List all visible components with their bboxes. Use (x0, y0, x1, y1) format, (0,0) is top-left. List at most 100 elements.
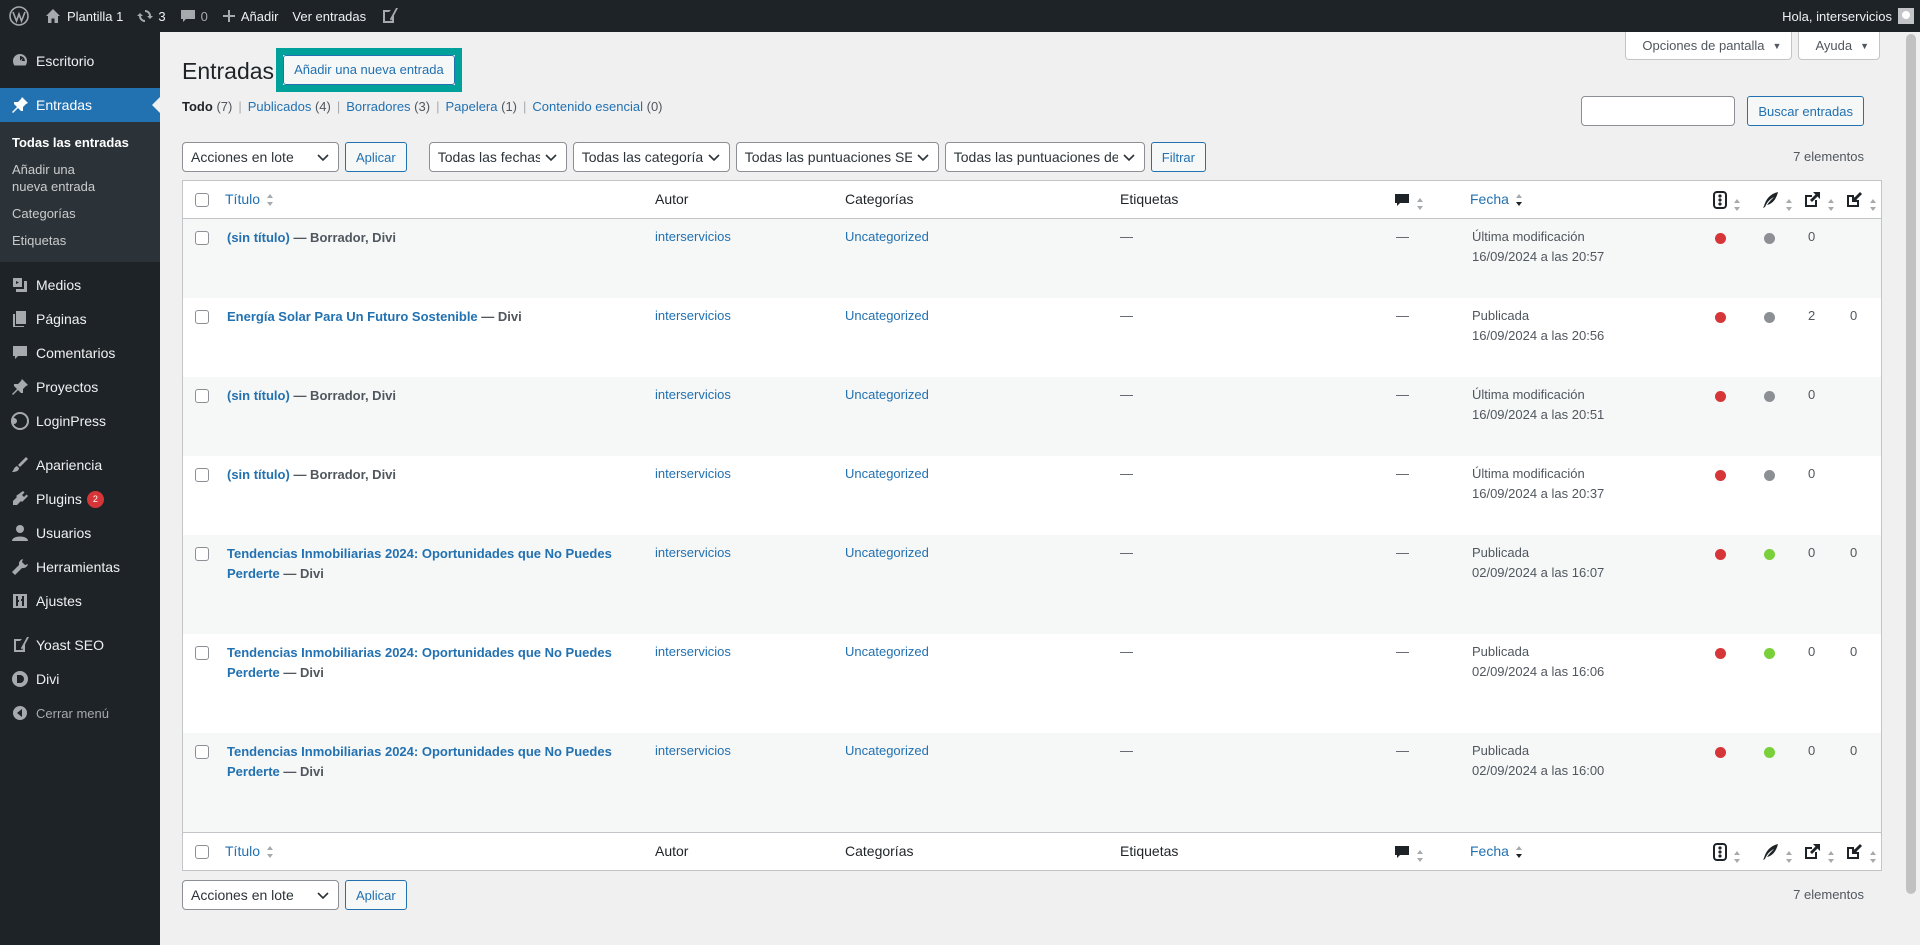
menu-item-proyectos[interactable]: Proyectos (0, 370, 160, 404)
menu-item-medios[interactable]: Medios (0, 268, 160, 302)
yoast-icon[interactable] (373, 0, 405, 32)
view-posts-link[interactable]: Ver entradas (285, 0, 373, 32)
outgoing-link-icon (1805, 192, 1820, 207)
readability-score-dot (1764, 549, 1775, 560)
menu-item-entradas[interactable]: Entradas (0, 88, 160, 122)
apply-button[interactable]: Aplicar (345, 142, 407, 172)
author-link[interactable]: interservicios (655, 229, 731, 244)
menu-item-paginas[interactable]: Páginas (0, 302, 160, 336)
bulk-actions-select[interactable]: Acciones en lote (182, 880, 339, 910)
category-link[interactable]: Uncategorized (845, 644, 929, 659)
post-title-link[interactable]: Energía Solar Para Un Futuro Sostenible (227, 309, 478, 324)
post-date: 16/09/2024 a las 20:56 (1472, 328, 1605, 343)
view-count: (0) (646, 99, 663, 114)
row-checkbox[interactable] (195, 231, 209, 245)
add-new-menu[interactable]: Añadir (215, 0, 286, 32)
category-link[interactable]: Uncategorized (845, 743, 929, 758)
search-input[interactable] (1581, 96, 1736, 126)
menu-item-comentarios[interactable]: Comentarios (0, 336, 160, 370)
date-filter-select[interactable]: Todas las fechas (428, 142, 567, 172)
category-link[interactable]: Uncategorized (845, 466, 929, 481)
menu-item-apariencia[interactable]: Apariencia (0, 448, 160, 482)
scrollbar-thumb[interactable] (1906, 34, 1916, 894)
view-cornerstone[interactable]: Contenido esencial (0) (532, 99, 662, 114)
add-new-post-button[interactable]: Añadir una nueva entrada (283, 55, 455, 85)
my-account[interactable]: Hola, interservicios (1775, 0, 1920, 32)
row-checkbox[interactable] (195, 646, 209, 660)
category-link[interactable]: Uncategorized (845, 229, 929, 244)
apply-button[interactable]: Aplicar (345, 880, 407, 910)
row-checkbox[interactable] (195, 745, 209, 759)
select-all-checkbox[interactable] (195, 193, 209, 207)
menu-item-plugins[interactable]: Plugins 2 (0, 482, 160, 516)
help-button[interactable]: Ayuda ▼ (1798, 32, 1880, 60)
column-outgoing-links[interactable] (1803, 191, 1835, 212)
comments-link[interactable]: 0 (173, 0, 215, 32)
row-checkbox[interactable] (195, 389, 209, 403)
menu-label: Escritorio (36, 53, 95, 69)
row-checkbox[interactable] (195, 468, 209, 482)
column-date[interactable]: Fecha (1470, 843, 1523, 859)
menu-item-loginpress[interactable]: LoginPress (0, 404, 160, 438)
post-title-link[interactable]: (sin título) (227, 388, 290, 403)
column-readability[interactable] (1761, 843, 1793, 864)
updates-link[interactable]: 3 (130, 0, 172, 32)
search-posts-button[interactable]: Buscar entradas (1747, 96, 1864, 126)
submenu-item-add-new[interactable]: Añadir una nueva entrada (0, 156, 120, 200)
post-title-link[interactable]: (sin título) (227, 230, 290, 245)
author-link[interactable]: interservicios (655, 387, 731, 402)
author-link[interactable]: interservicios (655, 644, 731, 659)
column-incoming-links[interactable] (1845, 843, 1877, 864)
column-comments[interactable] (1394, 844, 1424, 863)
author-link[interactable]: interservicios (655, 308, 731, 323)
column-comments[interactable] (1394, 192, 1424, 211)
submenu-item-tags[interactable]: Etiquetas (0, 227, 160, 254)
menu-item-yoast[interactable]: Yoast SEO (0, 628, 160, 662)
column-seo-score[interactable] (1713, 191, 1741, 212)
site-name-link[interactable]: Plantilla 1 (38, 0, 130, 32)
column-incoming-links[interactable] (1845, 191, 1877, 212)
submenu-item-categories[interactable]: Categorías (0, 200, 160, 227)
column-date[interactable]: Fecha (1470, 191, 1523, 207)
column-readability[interactable] (1761, 191, 1793, 212)
author-link[interactable]: interservicios (655, 466, 731, 481)
column-seo-score[interactable] (1713, 843, 1741, 864)
submenu-item-all-posts[interactable]: Todas las entradas (0, 129, 160, 156)
column-title[interactable]: Título (225, 843, 274, 859)
menu-item-divi[interactable]: Divi (0, 662, 160, 696)
scrollbar[interactable] (1902, 32, 1920, 945)
post-title-link[interactable]: (sin título) (227, 467, 290, 482)
column-outgoing-links[interactable] (1803, 843, 1835, 864)
category-filter-select[interactable]: Todas las categorías (572, 142, 730, 172)
seo-score-dot (1715, 747, 1726, 758)
menu-item-usuarios[interactable]: Usuarios (0, 516, 160, 550)
comments-count: 0 (200, 8, 208, 24)
view-all[interactable]: Todo (7) (182, 99, 232, 114)
view-trash[interactable]: Papelera (1) (445, 99, 517, 114)
collapse-menu-button[interactable]: Cerrar menú (0, 696, 160, 730)
category-link[interactable]: Uncategorized (845, 308, 929, 323)
menu-item-escritorio[interactable]: Escritorio (0, 44, 160, 78)
bulk-actions-select[interactable]: Acciones en lote (182, 142, 339, 172)
category-link[interactable]: Uncategorized (845, 545, 929, 560)
screen-options-button[interactable]: Opciones de pantalla ▼ (1625, 32, 1793, 60)
wordpress-logo-icon[interactable] (0, 0, 38, 32)
post-state: — Borrador, Divi (289, 467, 397, 482)
column-tags: Etiquetas (1120, 191, 1179, 207)
author-link[interactable]: interservicios (655, 743, 731, 758)
readability-filter-select[interactable]: Todas las puntuaciones de legibilidad (944, 142, 1145, 172)
category-link[interactable]: Uncategorized (845, 387, 929, 402)
menu-item-herramientas[interactable]: Herramientas (0, 550, 160, 584)
author-link[interactable]: interservicios (655, 545, 731, 560)
view-published[interactable]: Publicados (4) (248, 99, 331, 114)
menu-label: Medios (36, 277, 82, 293)
seo-score-filter-select[interactable]: Todas las puntuaciones SEO (735, 142, 939, 172)
row-checkbox[interactable] (195, 310, 209, 324)
column-title[interactable]: Título (225, 191, 274, 207)
select-all-checkbox[interactable] (195, 845, 209, 859)
filter-button[interactable]: Filtrar (1150, 142, 1206, 172)
sort-arrows-icon (1786, 199, 1792, 212)
row-checkbox[interactable] (195, 547, 209, 561)
menu-item-ajustes[interactable]: Ajustes (0, 584, 160, 618)
view-drafts[interactable]: Borradores (3) (346, 99, 430, 114)
